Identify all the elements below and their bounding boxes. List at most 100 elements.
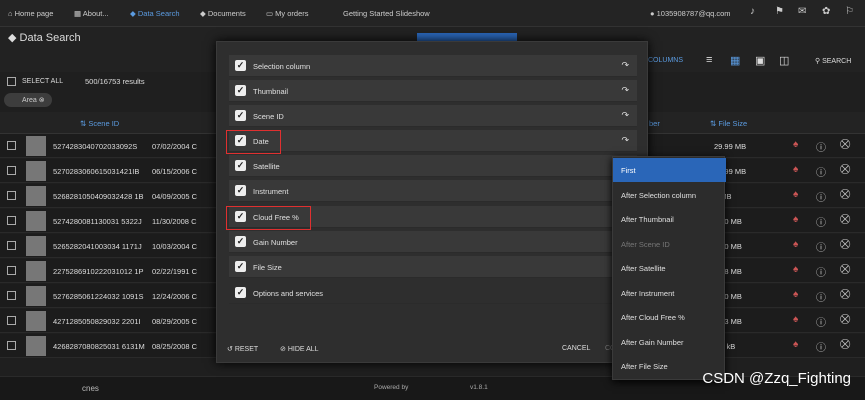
image-view-icon[interactable]: ▣ (755, 54, 765, 67)
info-icon[interactable]: ⓘ (816, 289, 826, 304)
thumbnail[interactable] (26, 261, 46, 281)
row-checkbox[interactable] (7, 216, 16, 225)
nav-data-search[interactable]: ◆ Data Search (130, 9, 180, 18)
info-icon[interactable]: ⓘ (816, 339, 826, 354)
row-checkbox[interactable] (7, 166, 16, 175)
nav-about[interactable]: ▦ About... (74, 9, 109, 18)
dropdown-option[interactable]: After Instrument (613, 281, 726, 305)
column-option[interactable]: ✓ Date ↷ (229, 130, 637, 152)
dropdown-option[interactable]: After Satellite (613, 256, 726, 280)
column-checkbox[interactable]: ✓ (235, 60, 246, 71)
language-icon[interactable]: ⚐ (845, 6, 854, 17)
add-to-cart-icon[interactable]: ⛒ (840, 339, 850, 350)
column-checkbox[interactable]: ✓ (235, 110, 246, 121)
add-to-cart-icon[interactable]: ⛒ (840, 214, 850, 225)
row-checkbox[interactable] (7, 141, 16, 150)
cancel-button[interactable]: CANCEL (562, 345, 590, 352)
column-checkbox[interactable]: ✓ (235, 287, 246, 298)
add-to-cart-icon[interactable]: ⛒ (840, 289, 850, 300)
info-icon[interactable]: ⓘ (816, 164, 826, 179)
order-status-icon[interactable]: ♠ (793, 314, 798, 325)
list-view-icon[interactable]: ≡ (706, 54, 712, 66)
grid-view-icon[interactable]: ▦ (730, 54, 740, 67)
bell-icon[interactable]: ♪ (750, 6, 755, 17)
order-status-icon[interactable]: ♠ (793, 139, 798, 150)
dropdown-option[interactable]: After Selection column (613, 183, 726, 207)
area-filter-chip[interactable]: Area ⊗ (4, 93, 52, 107)
search-button-bg[interactable] (417, 33, 517, 41)
column-checkbox[interactable]: ✓ (235, 261, 246, 272)
row-checkbox[interactable] (7, 291, 16, 300)
columns-button[interactable]: COLUMNS (648, 57, 683, 64)
add-to-cart-icon[interactable]: ⛒ (840, 189, 850, 200)
dropdown-option[interactable]: After Gain Number (613, 330, 726, 354)
column-option[interactable]: ✓ Options and services (229, 282, 637, 304)
thumbnail[interactable] (26, 286, 46, 306)
column-checkbox[interactable]: ✓ (235, 85, 246, 96)
hide-all-button[interactable]: ⊘ HIDE ALL (280, 345, 319, 353)
dropdown-option[interactable]: After Thumbnail (613, 207, 726, 231)
select-all-checkbox[interactable] (7, 77, 16, 86)
row-checkbox[interactable] (7, 191, 16, 200)
column-option[interactable]: ✓ Gain Number (229, 231, 637, 253)
order-status-icon[interactable]: ♠ (793, 214, 798, 225)
mail-icon[interactable]: ✉ (798, 6, 806, 17)
dropdown-option[interactable]: First (613, 158, 726, 182)
nav-my-orders[interactable]: ▭ My orders (266, 9, 309, 18)
header-gain[interactable]: ber (649, 119, 660, 128)
move-icon[interactable]: ↷ (621, 60, 629, 71)
header-file-size[interactable]: ⇅ File Size (710, 119, 747, 128)
column-checkbox[interactable]: ✓ (235, 236, 246, 247)
column-option[interactable]: ✓ Scene ID ↷ (229, 105, 637, 127)
dropdown-option[interactable]: After Cloud Free % (613, 305, 726, 329)
user-account[interactable]: ● 1035908787@qq.com (650, 9, 731, 18)
row-checkbox[interactable] (7, 341, 16, 350)
info-icon[interactable]: ⓘ (816, 189, 826, 204)
palette-icon[interactable]: ✿ (822, 6, 830, 17)
column-option[interactable]: ✓ Selection column ↷ (229, 55, 637, 77)
info-icon[interactable]: ⓘ (816, 314, 826, 329)
order-status-icon[interactable]: ♠ (793, 164, 798, 175)
move-icon[interactable]: ↷ (621, 85, 629, 96)
row-checkbox[interactable] (7, 316, 16, 325)
column-checkbox[interactable]: ✓ (235, 185, 246, 196)
nav-documents[interactable]: ◆ Documents (200, 9, 246, 18)
thumbnail[interactable] (26, 161, 46, 181)
row-checkbox[interactable] (7, 266, 16, 275)
column-option[interactable]: ✓ Instrument (229, 180, 637, 202)
order-status-icon[interactable]: ♠ (793, 289, 798, 300)
move-icon[interactable]: ↷ (621, 110, 629, 121)
add-to-cart-icon[interactable]: ⛒ (840, 139, 850, 150)
reset-button[interactable]: ↺ RESET (227, 345, 258, 353)
info-icon[interactable]: ⓘ (816, 264, 826, 279)
order-status-icon[interactable]: ♠ (793, 239, 798, 250)
add-to-cart-icon[interactable]: ⛒ (840, 314, 850, 325)
column-option[interactable]: ✓ Thumbnail ↷ (229, 80, 637, 102)
cart-icon[interactable]: ⚑ (775, 6, 784, 17)
info-icon[interactable]: ⓘ (816, 214, 826, 229)
thumbnail[interactable] (26, 311, 46, 331)
add-to-cart-icon[interactable]: ⛒ (840, 239, 850, 250)
map-view-icon[interactable]: ◫ (779, 54, 789, 67)
move-icon[interactable]: ↷ (621, 135, 629, 146)
thumbnail[interactable] (26, 186, 46, 206)
thumbnail[interactable] (26, 336, 46, 356)
nav-slideshow[interactable]: Getting Started Slideshow (343, 9, 430, 18)
thumbnail[interactable] (26, 236, 46, 256)
row-checkbox[interactable] (7, 241, 16, 250)
column-option[interactable]: ✓ Satellite (229, 155, 637, 177)
thumbnail[interactable] (26, 211, 46, 231)
info-icon[interactable]: ⓘ (816, 239, 826, 254)
add-to-cart-icon[interactable]: ⛒ (840, 264, 850, 275)
search-toggle[interactable]: ⚲ SEARCH (815, 57, 851, 65)
add-to-cart-icon[interactable]: ⛒ (840, 164, 850, 175)
close-icon[interactable]: ⊗ (39, 97, 45, 104)
nav-home[interactable]: ⌂ Home page (8, 9, 53, 18)
thumbnail[interactable] (26, 136, 46, 156)
column-checkbox[interactable]: ✓ (235, 160, 246, 171)
header-scene-id[interactable]: ⇅ Scene ID (80, 119, 119, 128)
order-status-icon[interactable]: ♠ (793, 189, 798, 200)
column-option[interactable]: ✓ File Size (229, 256, 637, 278)
order-status-icon[interactable]: ♠ (793, 264, 798, 275)
order-status-icon[interactable]: ♠ (793, 339, 798, 350)
